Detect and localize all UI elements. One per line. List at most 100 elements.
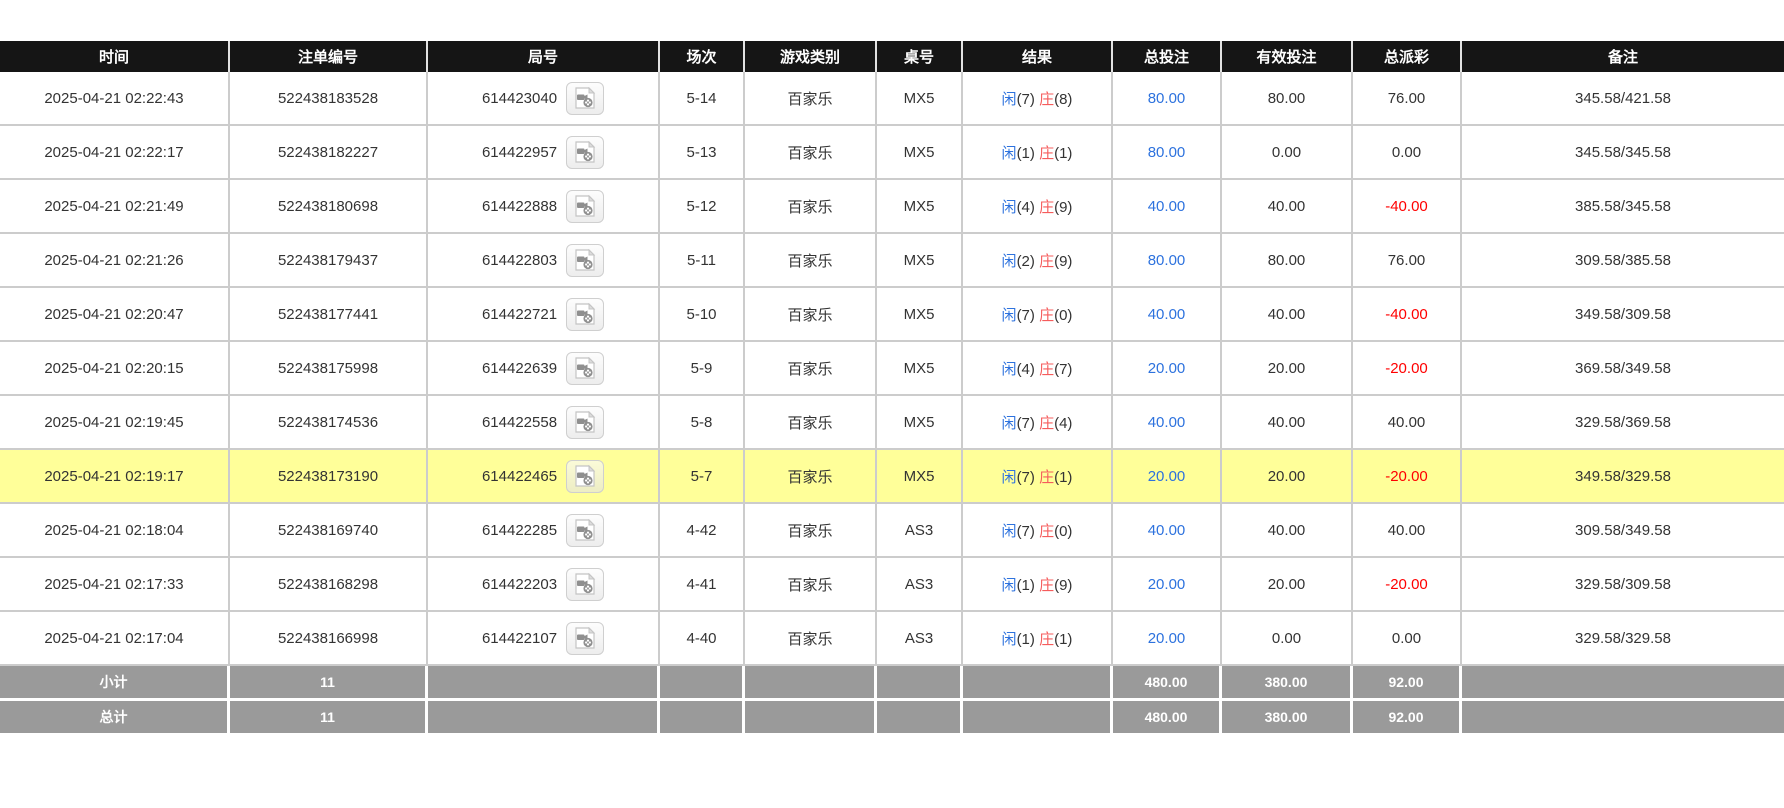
round-no: 614422107 bbox=[481, 629, 558, 647]
table-no-cell: MX5 bbox=[877, 126, 963, 180]
total-bet-cell: 40.00 bbox=[1113, 396, 1222, 450]
total-bet-amount[interactable]: 80.00 bbox=[1148, 252, 1186, 269]
remark-cell: 349.58/329.58 bbox=[1462, 450, 1784, 504]
payout-cell: 0.00 bbox=[1353, 126, 1462, 180]
player-result-label: 闲 bbox=[1001, 360, 1017, 378]
video-replay-button[interactable] bbox=[566, 297, 605, 331]
banker-result-label: 庄 bbox=[1039, 414, 1055, 432]
total-bet-amount[interactable]: 20.00 bbox=[1148, 630, 1186, 647]
remark-cell: 309.58/349.58 bbox=[1462, 504, 1784, 558]
payout-cell: 0.00 bbox=[1353, 612, 1462, 666]
video-replay-button[interactable] bbox=[566, 351, 605, 385]
round-no-cell: 614422639 bbox=[428, 342, 660, 396]
subtotal-row: 小计 11 480.00 380.00 92.00 bbox=[0, 666, 1784, 701]
video-file-icon bbox=[575, 195, 596, 217]
player-result-score: (7) bbox=[1016, 306, 1035, 324]
remark-cell: 309.58/385.58 bbox=[1462, 234, 1784, 288]
round-no: 614422803 bbox=[481, 251, 558, 269]
video-replay-button[interactable] bbox=[566, 459, 605, 493]
video-replay-button[interactable] bbox=[566, 81, 605, 115]
round-no: 614422203 bbox=[481, 575, 558, 593]
player-result-label: 闲 bbox=[1001, 576, 1017, 594]
result-cell: 闲(7) 庄(4) bbox=[963, 396, 1113, 450]
col-header-round-no: 局号 bbox=[428, 41, 660, 72]
total-bet-amount[interactable]: 40.00 bbox=[1148, 306, 1186, 323]
round-no-cell: 614422803 bbox=[428, 234, 660, 288]
bet-no-cell: 522438180698 bbox=[230, 180, 428, 234]
player-result-label: 闲 bbox=[1001, 144, 1017, 162]
remark-cell: 385.58/345.58 bbox=[1462, 180, 1784, 234]
valid-bet-cell: 20.00 bbox=[1222, 558, 1353, 612]
total-bet-amount[interactable]: 20.00 bbox=[1148, 360, 1186, 377]
video-replay-button[interactable] bbox=[566, 621, 605, 655]
video-file-icon bbox=[575, 303, 596, 325]
video-file-icon bbox=[575, 573, 596, 595]
round-no: 614423040 bbox=[481, 89, 558, 107]
total-bet-amount[interactable]: 20.00 bbox=[1148, 468, 1186, 485]
table-no-cell: MX5 bbox=[877, 72, 963, 126]
table-row: 2025-04-21 02:18:04 522438169740 6144222… bbox=[0, 504, 1784, 558]
banker-result-label: 庄 bbox=[1039, 522, 1055, 540]
video-file-icon bbox=[575, 87, 596, 109]
game-type-cell: 百家乐 bbox=[745, 342, 877, 396]
table-no-cell: MX5 bbox=[877, 450, 963, 504]
bet-records-table: 时间 注单编号 局号 场次 游戏类别 桌号 结果 总投注 有效投注 总派彩 备注… bbox=[0, 41, 1784, 736]
session-cell: 5-10 bbox=[660, 288, 745, 342]
player-result-label: 闲 bbox=[1001, 414, 1017, 432]
total-bet-amount[interactable]: 40.00 bbox=[1148, 198, 1186, 215]
total-bet-amount[interactable]: 40.00 bbox=[1148, 414, 1186, 431]
total-bet-amount[interactable]: 20.00 bbox=[1148, 576, 1186, 593]
table-no-cell: AS3 bbox=[877, 612, 963, 666]
table-no-cell: MX5 bbox=[877, 342, 963, 396]
round-no: 614422558 bbox=[481, 413, 558, 431]
video-replay-button[interactable] bbox=[566, 243, 605, 277]
player-result-label: 闲 bbox=[1001, 198, 1017, 216]
session-cell: 5-12 bbox=[660, 180, 745, 234]
table-row: 2025-04-21 02:21:49 522438180698 6144228… bbox=[0, 180, 1784, 234]
total-bet-amount[interactable]: 80.00 bbox=[1148, 144, 1186, 161]
remark-cell: 329.58/329.58 bbox=[1462, 612, 1784, 666]
col-header-total-bet: 总投注 bbox=[1113, 41, 1222, 72]
table-no-cell: AS3 bbox=[877, 558, 963, 612]
total-bet-amount[interactable]: 40.00 bbox=[1148, 522, 1186, 539]
remark-cell: 349.58/309.58 bbox=[1462, 288, 1784, 342]
result-cell: 闲(1) 庄(1) bbox=[963, 612, 1113, 666]
game-type-cell: 百家乐 bbox=[745, 288, 877, 342]
banker-result-score: (9) bbox=[1054, 252, 1073, 270]
payout-cell: -40.00 bbox=[1353, 288, 1462, 342]
session-cell: 5-7 bbox=[660, 450, 745, 504]
round-no: 614422639 bbox=[481, 359, 558, 377]
valid-bet-cell: 0.00 bbox=[1222, 612, 1353, 666]
video-replay-button[interactable] bbox=[566, 189, 605, 223]
video-replay-button[interactable] bbox=[566, 405, 605, 439]
round-no-cell: 614422285 bbox=[428, 504, 660, 558]
col-header-valid-bet: 有效投注 bbox=[1222, 41, 1353, 72]
round-no-cell: 614422558 bbox=[428, 396, 660, 450]
banker-result-score: (0) bbox=[1054, 522, 1073, 540]
video-replay-button[interactable] bbox=[566, 135, 605, 169]
video-replay-button[interactable] bbox=[566, 567, 605, 601]
banker-result-label: 庄 bbox=[1039, 360, 1055, 378]
total-bet-amount[interactable]: 80.00 bbox=[1148, 90, 1186, 107]
grand-total-row: 总计 11 480.00 380.00 92.00 bbox=[0, 701, 1784, 736]
result-cell: 闲(2) 庄(9) bbox=[963, 234, 1113, 288]
game-type-cell: 百家乐 bbox=[745, 612, 877, 666]
banker-result-label: 庄 bbox=[1039, 252, 1055, 270]
round-no: 614422721 bbox=[481, 305, 558, 323]
video-replay-button[interactable] bbox=[566, 513, 605, 547]
game-type-cell: 百家乐 bbox=[745, 504, 877, 558]
table-no-cell: AS3 bbox=[877, 504, 963, 558]
subtotal-count: 11 bbox=[230, 666, 428, 701]
table-row: 2025-04-21 02:22:43 522438183528 6144230… bbox=[0, 72, 1784, 126]
result-cell: 闲(7) 庄(8) bbox=[963, 72, 1113, 126]
payout-cell: -20.00 bbox=[1353, 342, 1462, 396]
player-result-score: (7) bbox=[1016, 414, 1035, 432]
round-no: 614422957 bbox=[481, 143, 558, 161]
bet-no-cell: 522438183528 bbox=[230, 72, 428, 126]
total-bet-cell: 80.00 bbox=[1113, 126, 1222, 180]
round-no: 614422465 bbox=[481, 467, 558, 485]
remark-cell: 345.58/345.58 bbox=[1462, 126, 1784, 180]
valid-bet-cell: 40.00 bbox=[1222, 288, 1353, 342]
header-row: 时间 注单编号 局号 场次 游戏类别 桌号 结果 总投注 有效投注 总派彩 备注 bbox=[0, 41, 1784, 72]
video-file-icon bbox=[575, 249, 596, 271]
